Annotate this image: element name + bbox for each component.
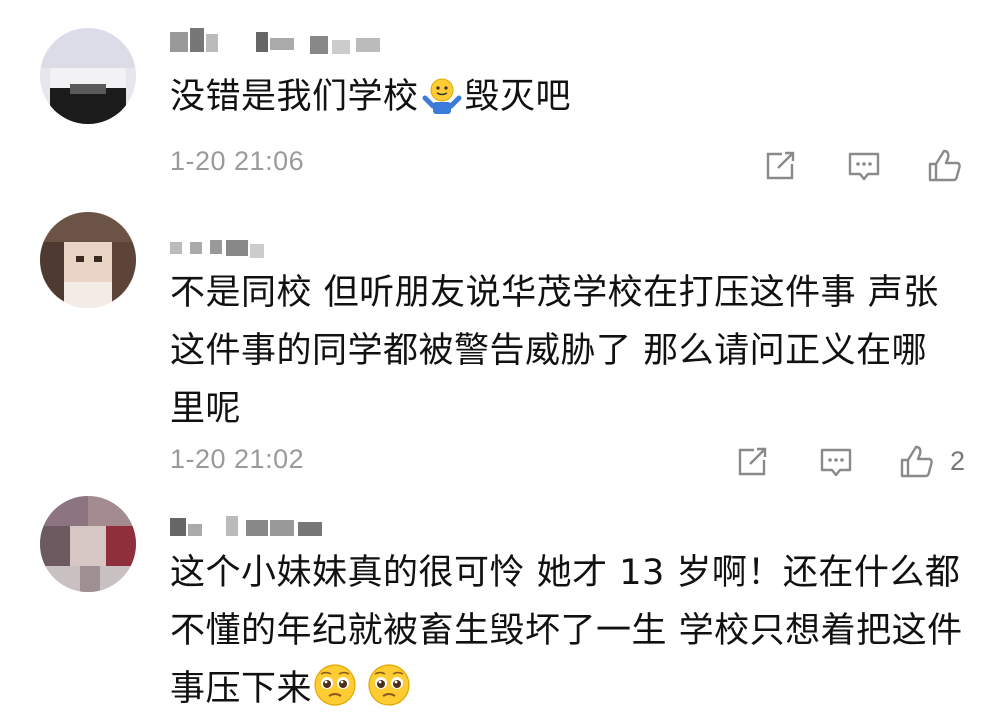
thumbs-up-icon bbox=[900, 445, 933, 478]
avatar[interactable] bbox=[40, 28, 136, 124]
comment-actions: 2 bbox=[732, 442, 992, 482]
comment-text-part: 没错是我们学校 bbox=[170, 77, 419, 117]
reply-button[interactable] bbox=[844, 146, 884, 186]
comment-icon bbox=[848, 152, 880, 181]
username-pixelated[interactable] bbox=[170, 28, 410, 54]
pleading-face-emoji-icon bbox=[312, 662, 358, 726]
comment-text: 没错是我们学校 毁灭吧 bbox=[170, 68, 970, 134]
comment-time: 1-20 21:02 bbox=[170, 444, 305, 474]
comment-text: 这个小妹妹真的很可怜 她才 13 岁啊！还在什么都不懂的年纪就被畜生毁坏了一生 … bbox=[170, 544, 970, 726]
shrug-emoji-icon bbox=[419, 76, 465, 134]
comment-icon bbox=[820, 448, 852, 477]
share-icon bbox=[766, 151, 795, 180]
share-icon bbox=[738, 447, 767, 476]
username-pixelated[interactable] bbox=[170, 512, 340, 538]
comment-actions bbox=[760, 146, 980, 186]
comment-text: 不是同校 但听朋友说华茂学校在打压这件事 声张这件事的同学都被警告威胁了 那么请… bbox=[170, 273, 939, 429]
like-count: 2 bbox=[950, 446, 966, 476]
comment-text-part: 毁灭吧 bbox=[464, 77, 572, 117]
pleading-face-emoji-icon bbox=[366, 662, 412, 726]
comment-time: 1-20 21:06 bbox=[170, 146, 305, 176]
like-button[interactable] bbox=[924, 146, 964, 186]
comment-text-part: 这个小妹妹真的很可怜 她才 13 岁啊！还在什么都不懂的年纪就被畜生毁坏了一生 … bbox=[170, 553, 963, 709]
share-button[interactable] bbox=[732, 442, 772, 482]
username-pixelated[interactable] bbox=[170, 234, 290, 260]
avatar[interactable] bbox=[40, 212, 136, 308]
share-button[interactable] bbox=[760, 146, 800, 186]
thumbs-up-icon bbox=[928, 149, 961, 182]
like-button[interactable] bbox=[896, 442, 936, 482]
avatar[interactable] bbox=[40, 496, 136, 592]
reply-button[interactable] bbox=[816, 442, 856, 482]
